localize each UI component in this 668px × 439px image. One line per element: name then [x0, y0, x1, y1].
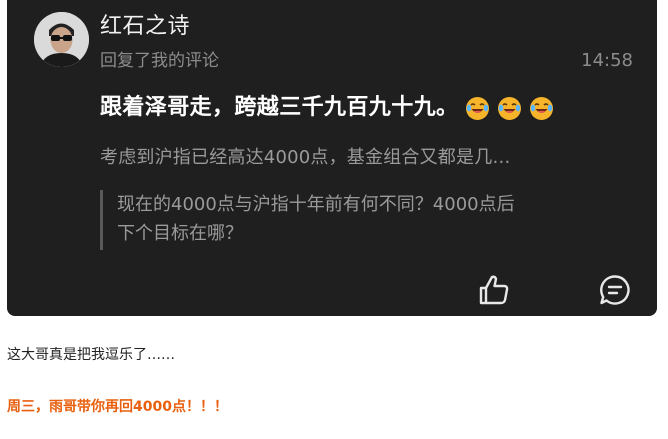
comment-icon	[600, 275, 630, 305]
reply-button[interactable]	[598, 273, 632, 307]
laughing-crying-emoji-icon	[529, 96, 554, 121]
comment-notification-card[interactable]: 红石之诗 回复了我的评论 14:58 跟着泽哥走，跨越三千九百九十九。 考虑到沪…	[7, 0, 657, 316]
my-comment-preview[interactable]: 考虑到沪指已经高达4000点，基金组合又都是几…	[100, 146, 630, 170]
like-button[interactable]	[477, 273, 511, 307]
username[interactable]: 红石之诗	[100, 14, 190, 40]
quoted-comment[interactable]: 现在的4000点与沪指十年前有何不同？4000点后 下个目标在哪？	[100, 190, 635, 250]
user-avatar[interactable]	[34, 12, 89, 67]
notification-action-text: 回复了我的评论	[100, 51, 219, 71]
thumbs-up-icon	[479, 275, 509, 305]
reply-text: 跟着泽哥走，跨越三千九百九十九。	[100, 95, 459, 120]
quoted-comment-line-2: 下个目标在哪？	[117, 223, 243, 244]
quoted-comment-line-1: 现在的4000点与沪指十年前有何不同？4000点后	[117, 194, 515, 215]
laughing-crying-emoji-icon	[497, 96, 522, 121]
reply-content: 跟着泽哥走，跨越三千九百九十九。	[100, 93, 554, 123]
laughing-crying-emoji-icon	[465, 96, 490, 121]
timestamp: 14:58	[581, 50, 633, 71]
article-caption: 这大哥真是把我逗乐了……	[7, 347, 175, 363]
avatar-portrait-icon	[34, 12, 89, 67]
article-highlight: 周三，雨哥带你再回4000点！！！	[7, 399, 228, 415]
